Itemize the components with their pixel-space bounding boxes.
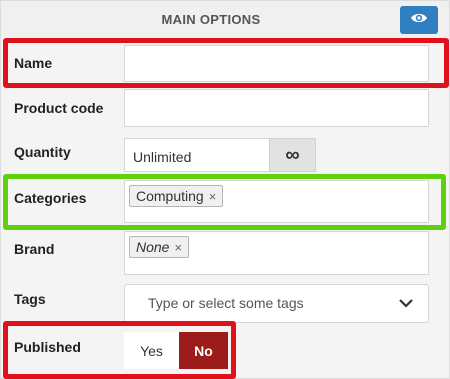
quantity-label: Quantity [14, 144, 71, 160]
tags-select[interactable]: Type or select some tags [124, 284, 429, 323]
panel-header: MAIN OPTIONS [1, 1, 449, 39]
product-code-label: Product code [14, 100, 104, 116]
name-highlight-box [3, 38, 449, 88]
brand-tag: None × [129, 236, 190, 258]
published-highlight-box [3, 321, 236, 379]
product-code-input[interactable] [124, 89, 429, 127]
chevron-down-icon[interactable] [392, 292, 420, 314]
tags-label: Tags [14, 291, 46, 307]
quantity-input[interactable]: Unlimited [124, 138, 270, 172]
remove-tag-icon[interactable]: × [174, 240, 182, 255]
brand-label: Brand [14, 241, 55, 257]
infinity-icon: ∞ [285, 143, 300, 166]
brand-input[interactable]: None × [124, 231, 429, 275]
panel-title: MAIN OPTIONS [161, 12, 261, 27]
categories-highlight-box [3, 174, 446, 230]
preview-button[interactable] [400, 6, 438, 34]
tags-placeholder: Type or select some tags [148, 295, 304, 311]
unlimited-toggle-button[interactable]: ∞ [269, 138, 316, 172]
main-options-panel: MAIN OPTIONS Name Product code Quantity … [0, 0, 450, 379]
eye-icon [410, 11, 428, 29]
quantity-value: Unlimited [133, 149, 192, 165]
